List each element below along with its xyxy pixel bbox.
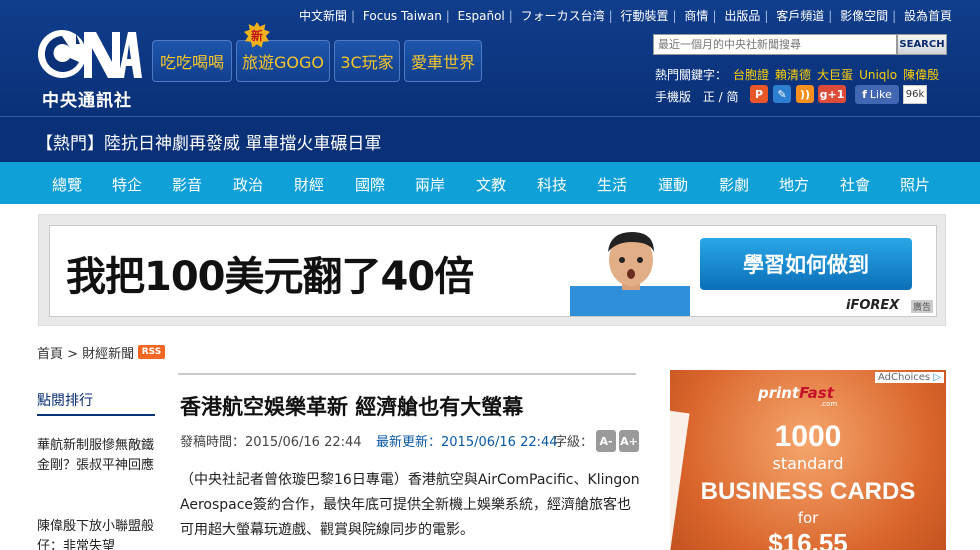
hot-news-link[interactable]: 【熱門】陸抗日神劇再發威 單車擋火車碾日軍 <box>36 129 381 154</box>
promo-travel[interactable]: 旅遊GOGO <box>236 40 330 82</box>
toplink-clients[interactable]: 客戶頻道 <box>776 9 824 23</box>
hot-keyword[interactable]: Uniqlo <box>859 68 897 82</box>
ad-brand: iFOREX <box>846 298 900 313</box>
nav-item-culture[interactable]: 文教 <box>476 174 506 195</box>
banner-ad[interactable]: 我把100美元翻了40倍 學習如何做到 iFOREX 廣告 <box>49 225 937 317</box>
google-plus-button[interactable]: g+1 <box>818 85 846 103</box>
printfast-ad[interactable]: AdChoices ▷ printFast .com 1000 standard… <box>670 370 946 550</box>
ad-person-image <box>570 232 690 316</box>
mobile-version-link[interactable]: 手機版 <box>655 90 691 104</box>
sidebar-divider <box>37 414 155 416</box>
hot-keyword[interactable]: 賴清德 <box>775 68 811 82</box>
hot-keywords-label: 熱門關鍵字： <box>655 68 728 82</box>
printfast-domain: .com <box>820 400 838 408</box>
hot-keyword[interactable]: 陳偉殷 <box>903 68 939 82</box>
facebook-like-count: 96k <box>903 85 927 104</box>
logo-text: 中央通訊社 <box>42 91 132 111</box>
facebook-icon: f <box>862 88 867 101</box>
ad-quantity: 1000 <box>774 420 842 453</box>
promo-3c[interactable]: 3C玩家 <box>334 40 400 82</box>
adchoices-badge[interactable]: AdChoices ▷ <box>875 372 944 383</box>
nav-item-local[interactable]: 地方 <box>779 174 809 195</box>
toplink-homepage[interactable]: 設為首頁 <box>904 9 952 23</box>
article-divider <box>178 373 636 375</box>
toplink-espanol[interactable]: Español <box>458 9 505 23</box>
toplink-focus-taiwan[interactable]: Focus Taiwan <box>363 9 442 23</box>
cna-logo[interactable]: 中央通訊社 <box>34 26 144 111</box>
breadcrumb[interactable]: 首頁 > 財經新聞 <box>37 343 134 362</box>
sidebar-item[interactable]: 華航新制服慘無敵鐵金剛？張叔平神回應 <box>37 436 157 476</box>
nav-item-special[interactable]: 特企 <box>112 174 142 195</box>
mobile-links: 手機版 正 / 简 <box>655 88 739 105</box>
ad-headline: 我把100美元翻了40倍 <box>66 254 474 300</box>
main-nav: 總覽 特企 影音 政治 財經 國際 兩岸 文教 科技 生活 運動 影劇 地方 社… <box>0 162 980 204</box>
ad-cta-button[interactable]: 學習如何做到 <box>700 238 912 290</box>
published-time: 發稿時間：2015/06/16 22:44 <box>180 435 362 450</box>
article-title: 香港航空娛樂革新 經濟艙也有大螢幕 <box>180 395 524 419</box>
nav-item-overview[interactable]: 總覽 <box>52 174 82 195</box>
cna-logo-icon <box>38 30 142 78</box>
promo-car[interactable]: 愛車世界 <box>404 40 482 82</box>
nav-item-photos[interactable]: 照片 <box>900 174 930 195</box>
ad-for: for <box>797 509 819 527</box>
trad-simp-toggle[interactable]: 正 / 简 <box>703 90 739 104</box>
banner-ad-frame: 我把100美元翻了40倍 學習如何做到 iFOREX 廣告 <box>38 214 946 326</box>
site-header: 中央通訊社 吃吃喝喝 旅遊GOGO 3C玩家 愛車世界 新 中文新聞 | Focu… <box>0 0 980 116</box>
toplink-business[interactable]: 商情 <box>684 9 708 23</box>
promo-food[interactable]: 吃吃喝喝 <box>152 40 232 82</box>
nav-item-politics[interactable]: 政治 <box>233 174 263 195</box>
search-input[interactable] <box>653 34 897 55</box>
hot-keywords: 熱門關鍵字： 台胞證 賴清德 大巨蛋 Uniqlo 陳偉殷 <box>655 66 939 83</box>
search-button[interactable]: SEARCH <box>897 34 947 55</box>
nav-item-international[interactable]: 國際 <box>355 174 385 195</box>
nav-item-life[interactable]: 生活 <box>597 174 627 195</box>
sidebar-item[interactable]: 陳偉殷下放小聯盟般仔：非常失望 <box>37 517 157 550</box>
nav-item-tech[interactable]: 科技 <box>537 174 567 195</box>
ad-business-cards: BUSINESS CARDS <box>700 478 916 505</box>
toplink-chinese[interactable]: 中文新聞 <box>299 9 347 23</box>
font-smaller-button[interactable]: A- <box>596 430 616 452</box>
facebook-like-button[interactable]: f Like <box>855 85 899 104</box>
ad-price: $16.55 <box>768 528 848 550</box>
article-body: （中央社記者曾依璇巴黎16日專電）香港航空與AirComPacific、Klin… <box>180 472 640 538</box>
nav-item-finance[interactable]: 財經 <box>294 174 324 195</box>
toplink-mobile[interactable]: 行動裝置 <box>621 9 669 23</box>
sidebar-title: 點閱排行 <box>37 393 93 409</box>
tools-icon[interactable]: ✎ <box>773 85 791 103</box>
hot-news-bar: 【熱門】陸抗日神劇再發威 單車擋火車碾日軍 <box>0 116 980 162</box>
toplink-japanese[interactable]: フォーカス台湾 <box>521 9 605 23</box>
toplink-publications[interactable]: 出版品 <box>724 9 760 23</box>
ad-tag: 廣告 <box>910 300 933 313</box>
toplink-images[interactable]: 影像空間 <box>840 9 888 23</box>
nav-item-society[interactable]: 社會 <box>840 174 870 195</box>
nav-item-cross-strait[interactable]: 兩岸 <box>415 174 445 195</box>
top-links: 中文新聞 | Focus Taiwan | Español | フォーカス台湾 | 行動… <box>299 9 952 23</box>
rss-badge[interactable]: RSS <box>138 345 165 359</box>
hot-keyword[interactable]: 台胞證 <box>733 68 769 82</box>
updated-time: 最新更新：2015/06/16 22:44 <box>376 435 558 450</box>
nav-item-entertainment[interactable]: 影劇 <box>719 174 749 195</box>
nav-item-video[interactable]: 影音 <box>172 174 202 195</box>
ad-standard: standard <box>772 454 844 473</box>
adchoices-icon: ▷ <box>933 372 941 383</box>
nav-item-sports[interactable]: 運動 <box>658 174 688 195</box>
rss-feed-icon[interactable]: )) <box>796 85 814 103</box>
plurk-icon[interactable]: P <box>750 85 768 103</box>
font-larger-button[interactable]: A+ <box>619 430 639 452</box>
hot-keyword[interactable]: 大巨蛋 <box>817 68 853 82</box>
font-size-label: 字級： <box>554 435 594 450</box>
